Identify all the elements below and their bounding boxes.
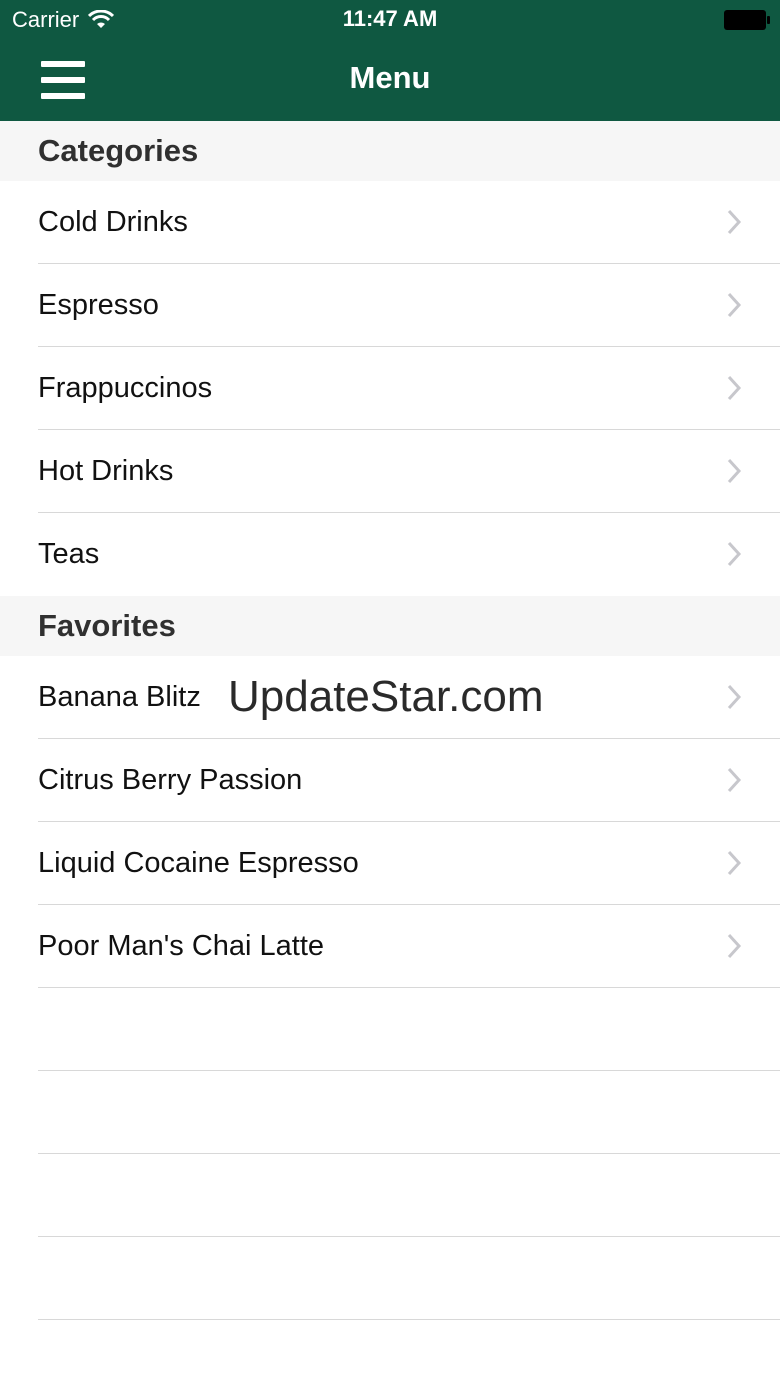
chevron-right-icon xyxy=(727,541,742,567)
chevron-right-icon xyxy=(727,292,742,318)
empty-row-divider xyxy=(38,1153,780,1154)
list-item-label: Hot Drinks xyxy=(38,455,174,487)
page-title: Menu xyxy=(349,60,431,95)
list-item-label: Frappuccinos xyxy=(38,372,213,404)
section-header-label: Favorites xyxy=(38,608,176,643)
chevron-right-icon xyxy=(727,684,742,710)
empty-row-divider xyxy=(38,1236,780,1237)
status-time: 11:47 AM xyxy=(342,6,438,31)
chevron-right-icon xyxy=(727,209,742,235)
chevron-right-icon xyxy=(727,850,742,876)
list-item-label: Banana Blitz xyxy=(38,681,201,713)
list-item-espresso[interactable]: Espresso xyxy=(0,264,780,347)
watermark: UpdateStar.com xyxy=(228,672,544,721)
empty-row-divider xyxy=(38,1070,780,1071)
list-item-poor-mans-chai-latte[interactable]: Poor Man's Chai Latte xyxy=(0,905,780,988)
list-item-label: Cold Drinks xyxy=(38,206,188,238)
list-item-label: Citrus Berry Passion xyxy=(38,764,303,796)
navigation-bar: Carrier 11:47 AM Menu xyxy=(0,0,780,121)
list-item-label: Poor Man's Chai Latte xyxy=(38,930,325,962)
chevron-right-icon xyxy=(727,767,742,793)
section-header-label: Categories xyxy=(38,133,199,168)
battery-icon xyxy=(724,10,770,30)
list-item-label: Espresso xyxy=(38,289,159,321)
list-item-liquid-cocaine-espresso[interactable]: Liquid Cocaine Espresso xyxy=(0,822,780,905)
app-screen: Carrier 11:47 AM Menu Categories Cold Dr… xyxy=(0,0,780,1387)
list-item-label: Teas xyxy=(38,538,100,570)
list-item-hot-drinks[interactable]: Hot Drinks xyxy=(0,430,780,513)
list-item-frappuccinos[interactable]: Frappuccinos xyxy=(0,347,780,430)
list-item-cold-drinks[interactable]: Cold Drinks xyxy=(0,181,780,264)
list-item-citrus-berry-passion[interactable]: Citrus Berry Passion xyxy=(0,739,780,822)
section-header-categories: Categories xyxy=(0,121,780,181)
chevron-right-icon xyxy=(727,458,742,484)
row-divider xyxy=(38,987,780,988)
list-item-label: Liquid Cocaine Espresso xyxy=(38,847,359,879)
empty-row-divider xyxy=(38,1319,780,1320)
chevron-right-icon xyxy=(727,375,742,401)
chevron-right-icon xyxy=(727,933,742,959)
list-item-teas[interactable]: Teas xyxy=(0,513,780,596)
section-header-favorites: Favorites xyxy=(0,596,780,656)
